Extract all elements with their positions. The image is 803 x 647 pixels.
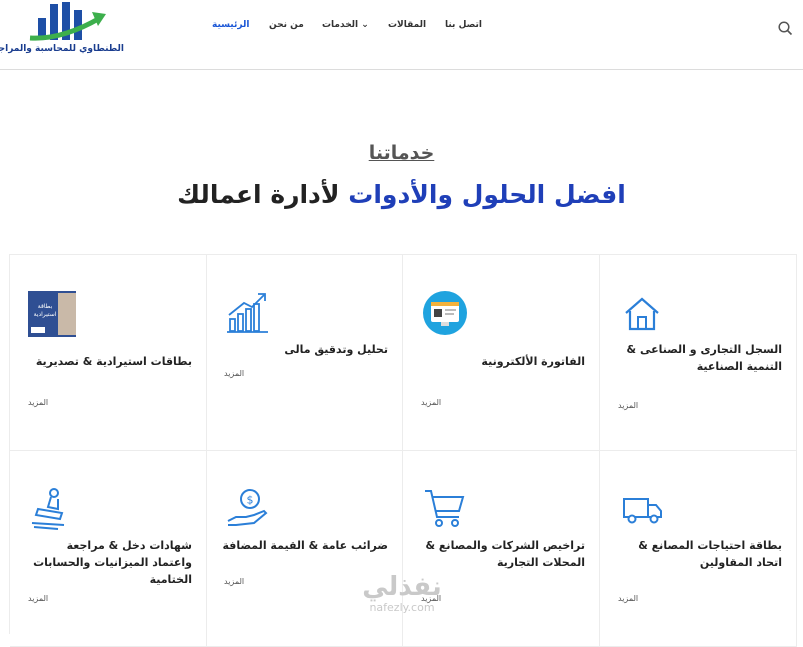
shopping-cart-icon [425, 490, 465, 527]
service-title: الفاتورة الألكترونية [481, 355, 585, 368]
more-link[interactable]: المزيد [28, 594, 48, 603]
more-link[interactable]: المزيد [618, 401, 638, 410]
logo-bars-icon [29, 2, 106, 41]
service-title: شهادات دخل & مراجعة واعتماد الميزانيات و… [33, 539, 192, 586]
house-icon [625, 297, 659, 331]
delivery-truck-icon [623, 498, 662, 524]
service-title: بطاقة احتياجات المصانع & اتحاد المقاولين [638, 539, 782, 569]
site-logo[interactable]: الطنطاوي للمحاسبة والمراجعة [0, 0, 124, 62]
more-link[interactable]: المزيد [618, 594, 638, 603]
import-card-photo: بطاقة استيرادية [28, 291, 76, 337]
more-link[interactable]: المزيد [224, 577, 244, 586]
more-link[interactable]: المزيد [28, 398, 48, 407]
service-card-licenses[interactable]: تراخيص الشركات والمصانع & المحلات التجار… [403, 451, 600, 647]
nav-services[interactable]: ⌄ الخدمات [322, 20, 369, 36]
service-card-financial-analysis[interactable]: تحليل وتدقيق مالى المزيد [206, 255, 403, 451]
search-icon[interactable] [777, 20, 793, 36]
watermark-arabic: نفذلي [362, 572, 442, 602]
growth-chart-icon [227, 293, 268, 333]
watermark-latin: nafezly.com [369, 601, 435, 614]
nav-home[interactable]: الرئيسية [212, 20, 249, 36]
service-card-import-export[interactable]: بطاقة استيرادية بطاقات استيرادية & تصدير… [10, 255, 207, 451]
nav-about[interactable]: من نحن [269, 20, 304, 36]
nav-services-label: الخدمات [322, 20, 359, 30]
service-title: تحليل وتدقيق مالى [284, 343, 388, 356]
site-header: الطنطاوي للمحاسبة والمراجعة الرئيسية من … [0, 0, 803, 70]
chevron-down-icon: ⌄ [361, 20, 369, 30]
service-card-factory-needs[interactable]: بطاقة احتياجات المصانع & اتحاد المقاولين… [600, 451, 797, 647]
import-card-caption: بطاقة استيرادية [33, 303, 57, 318]
logo-text: الطنطاوي للمحاسبة والمراجعة [0, 44, 124, 54]
service-card-e-invoice[interactable]: الفاتورة الألكترونية المزيد [403, 255, 600, 451]
more-link[interactable]: المزيد [421, 398, 441, 407]
nav-articles[interactable]: المقالات [388, 20, 426, 36]
service-card-commercial-register[interactable]: السجل التجارى و الصناعى & التنمية الصناع… [600, 255, 797, 451]
section-kicker: خدماتنا [368, 142, 435, 164]
section-title: افضل الحلول والأدوات لأدارة اعمالك [0, 180, 803, 209]
money-hand-icon: $ [227, 489, 268, 526]
section-title-rest: لأدارة اعمالك [177, 180, 340, 209]
service-card-income-certificates[interactable]: شهادات دخل & مراجعة واعتماد الميزانيات و… [10, 451, 207, 647]
more-link[interactable]: المزيد [224, 369, 244, 378]
service-title: ضرائب عامة & القيمة المضافة [222, 539, 388, 552]
service-card-taxes[interactable]: $ ضرائب عامة & القيمة المضافة المزيد [206, 451, 403, 647]
e-invoice-icon [423, 291, 467, 335]
service-title: تراخيص الشركات والمصانع & المحلات التجار… [425, 539, 586, 569]
stamp-icon [31, 488, 65, 530]
nav-contact[interactable]: اتصل بنا [445, 20, 482, 36]
section-title-highlight: افضل الحلول والأدوات [348, 180, 626, 209]
svg-text:$: $ [247, 494, 254, 507]
service-title: بطاقات استيرادية & تصديرية [35, 355, 192, 368]
service-title: السجل التجارى و الصناعى & التنمية الصناع… [626, 343, 782, 373]
watermark: نفذلي nafezly.com [352, 572, 452, 614]
